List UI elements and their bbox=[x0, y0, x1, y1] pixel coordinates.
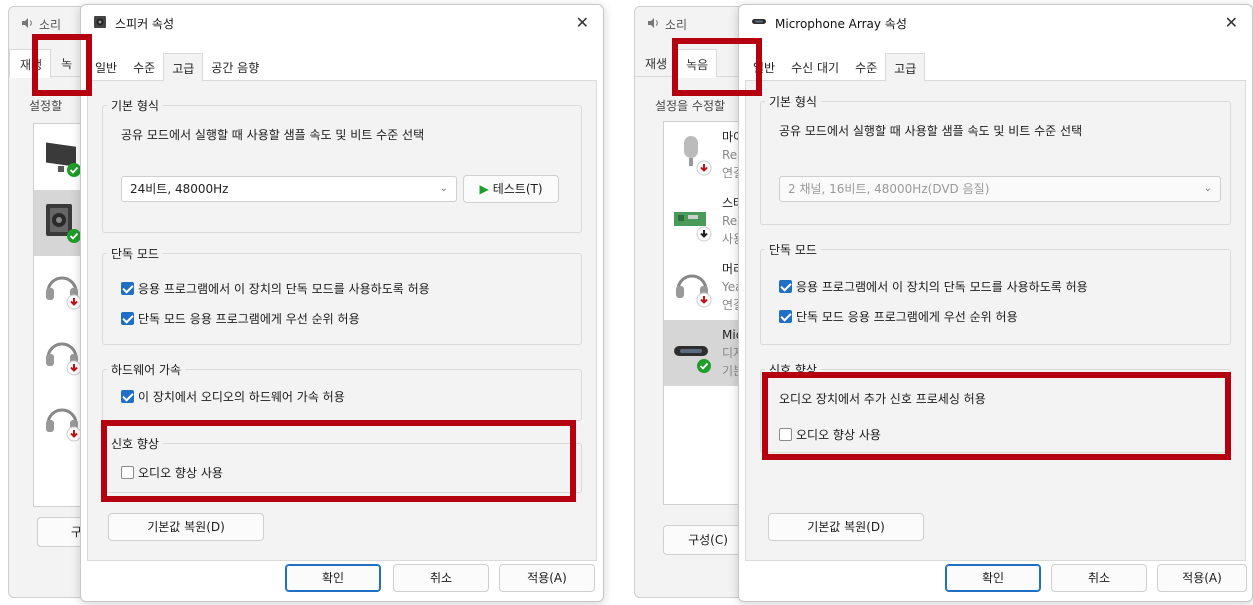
headset-icon bbox=[676, 274, 712, 308]
headset-icon bbox=[46, 276, 82, 310]
sound-window-title: 소리 bbox=[647, 16, 687, 33]
mic-array-icon bbox=[674, 346, 711, 373]
play-icon: ▶ bbox=[479, 182, 489, 196]
sound-subtitle: 설정할 bbox=[29, 99, 63, 113]
apply-button[interactable]: 적용(A) bbox=[499, 564, 595, 592]
default-format-description: 공유 모드에서 실행할 때 사용할 샘플 속도 및 비트 수준 선택 bbox=[779, 124, 1083, 138]
default-format-description: 공유 모드에서 실행할 때 사용할 샘플 속도 및 비트 수준 선택 bbox=[121, 128, 425, 142]
checkbox-checked-icon bbox=[121, 312, 134, 325]
tab-recording[interactable]: 녹음 bbox=[675, 49, 718, 78]
tab-spatial-sound[interactable]: 공간 음향 bbox=[203, 53, 267, 80]
test-button[interactable]: ▶ 테스트(T) bbox=[463, 175, 559, 203]
restore-defaults-button[interactable]: 기본값 복원(D) bbox=[108, 513, 264, 541]
group-title: 기본 형식 bbox=[107, 97, 163, 114]
signal-enhancement-group: 신호 향상 오디오 장치에서 추가 신호 프로세싱 허용 오디오 향상 사용 bbox=[760, 361, 1231, 453]
exclusive-priority-checkbox[interactable]: 단독 모드 응용 프로그램에게 우선 순위 허용 bbox=[121, 310, 360, 327]
apply-button[interactable]: 적용(A) bbox=[1157, 564, 1247, 592]
speaker-icon bbox=[21, 17, 33, 32]
headset-icon bbox=[46, 408, 82, 442]
default-format-group: 기본 형식 공유 모드에서 실행할 때 사용할 샘플 속도 및 비트 수준 선택… bbox=[102, 97, 582, 233]
tab-playback[interactable]: 재생 bbox=[9, 49, 52, 78]
restore-defaults-button[interactable]: 기본값 복원(D) bbox=[768, 513, 924, 541]
sound-window-title: 소리 bbox=[21, 16, 61, 33]
dialog-title: Microphone Array 속성 bbox=[751, 15, 907, 32]
advanced-panel: 기본 형식 공유 모드에서 실행할 때 사용할 샘플 속도 및 비트 수준 선택… bbox=[745, 81, 1246, 561]
tab-levels[interactable]: 수준 bbox=[847, 53, 885, 80]
speaker-icon bbox=[46, 204, 81, 243]
tab-levels[interactable]: 수준 bbox=[125, 53, 163, 80]
close-button[interactable]: ✕ bbox=[1225, 15, 1238, 31]
cancel-button[interactable]: 취소 bbox=[393, 564, 489, 592]
group-title: 신호 향상 bbox=[107, 435, 163, 452]
signal-enhancement-description: 오디오 장치에서 추가 신호 프로세싱 허용 bbox=[779, 392, 986, 406]
checkbox-unchecked-icon bbox=[121, 466, 134, 479]
exclusive-allow-checkbox[interactable]: 응용 프로그램에서 이 장치의 단독 모드를 사용하도록 허용 bbox=[779, 278, 1088, 295]
dialog-footer: 확인 취소 적용(A) bbox=[81, 555, 603, 601]
exclusive-allow-checkbox[interactable]: 응용 프로그램에서 이 장치의 단독 모드를 사용하도록 허용 bbox=[121, 280, 430, 297]
sound-card-icon bbox=[674, 212, 712, 242]
chevron-down-icon: ⌄ bbox=[1203, 183, 1212, 194]
group-title: 단독 모드 bbox=[107, 245, 163, 262]
group-title: 신호 향상 bbox=[765, 361, 821, 378]
audio-enhancement-checkbox[interactable]: 오디오 향상 사용 bbox=[121, 464, 223, 481]
hardware-acceleration-group: 하드웨어 가속 이 장치에서 오디오의 하드웨어 가속 허용 bbox=[102, 361, 582, 421]
signal-enhancement-group: 신호 향상 오디오 향상 사용 bbox=[102, 435, 582, 493]
cancel-button[interactable]: 취소 bbox=[1051, 564, 1147, 592]
checkbox-checked-icon bbox=[779, 280, 792, 293]
checkbox-checked-icon bbox=[779, 310, 792, 323]
default-format-group: 기본 형식 공유 모드에서 실행할 때 사용할 샘플 속도 및 비트 수준 선택… bbox=[760, 93, 1231, 225]
chevron-down-icon: ⌄ bbox=[439, 183, 448, 194]
exclusive-mode-group: 단독 모드 응용 프로그램에서 이 장치의 단독 모드를 사용하도록 허용 단독… bbox=[760, 241, 1231, 345]
tab-listen[interactable]: 수신 대기 bbox=[783, 53, 847, 80]
group-title: 단독 모드 bbox=[765, 241, 821, 258]
tab-advanced[interactable]: 고급 bbox=[885, 53, 926, 82]
microphone-array-icon bbox=[751, 16, 767, 31]
advanced-panel: 기본 형식 공유 모드에서 실행할 때 사용할 샘플 속도 및 비트 수준 선택… bbox=[87, 81, 597, 561]
microphone-settings-pane: 소리 재생 녹음 설정을 수정할 마이 Real 연결 스테 Real 사용 머… bbox=[628, 0, 1253, 605]
dialog-tabs: 일반 수준 고급 공간 음향 bbox=[87, 53, 597, 82]
headset-icon bbox=[46, 342, 82, 376]
group-title: 기본 형식 bbox=[765, 93, 821, 110]
monitor-icon bbox=[46, 142, 81, 177]
microphone-properties-dialog: Microphone Array 속성 ✕ 일반 수신 대기 수준 고급 기본 … bbox=[738, 4, 1253, 602]
hardware-acceleration-checkbox[interactable]: 이 장치에서 오디오의 하드웨어 가속 허용 bbox=[121, 388, 345, 405]
checkbox-unchecked-icon bbox=[779, 428, 792, 441]
speaker-settings-pane: 소리 재생 녹 설정할 스피커 속성 ✕ 일반 수준 고급 공간 음향 기본 형… bbox=[0, 0, 612, 605]
tab-recording[interactable]: 녹 bbox=[51, 49, 80, 76]
microphone-icon bbox=[684, 136, 712, 176]
tab-advanced[interactable]: 고급 bbox=[163, 53, 204, 82]
exclusive-mode-group: 단독 모드 응용 프로그램에서 이 장치의 단독 모드를 사용하도록 허용 단독… bbox=[102, 245, 582, 345]
sample-rate-select[interactable]: 24비트, 48000Hz ⌄ bbox=[121, 176, 457, 202]
speaker-icon bbox=[647, 17, 659, 32]
exclusive-priority-checkbox[interactable]: 단독 모드 응용 프로그램에게 우선 순위 허용 bbox=[779, 308, 1018, 325]
dialog-title: 스피커 속성 bbox=[93, 15, 174, 32]
close-button[interactable]: ✕ bbox=[576, 15, 589, 31]
tab-playback[interactable]: 재생 bbox=[635, 49, 675, 76]
speaker-icon bbox=[93, 15, 107, 32]
dialog-footer: 확인 취소 적용(A) bbox=[739, 555, 1252, 601]
tab-general[interactable]: 일반 bbox=[87, 53, 125, 80]
audio-enhancement-checkbox[interactable]: 오디오 향상 사용 bbox=[779, 426, 881, 443]
dialog-tabs: 일반 수신 대기 수준 고급 bbox=[745, 53, 1246, 82]
checkbox-checked-icon bbox=[121, 390, 134, 403]
group-title: 하드웨어 가속 bbox=[107, 361, 186, 378]
sound-subtitle: 설정을 수정할 bbox=[655, 99, 726, 113]
speaker-properties-dialog: 스피커 속성 ✕ 일반 수준 고급 공간 음향 기본 형식 공유 모드에서 실행… bbox=[80, 4, 604, 602]
ok-button[interactable]: 확인 bbox=[285, 564, 381, 592]
checkbox-checked-icon bbox=[121, 282, 134, 295]
ok-button[interactable]: 확인 bbox=[945, 564, 1041, 592]
tab-general[interactable]: 일반 bbox=[745, 53, 783, 80]
sample-rate-select[interactable]: 2 채널, 16비트, 48000Hz(DVD 음질) ⌄ bbox=[779, 176, 1221, 202]
